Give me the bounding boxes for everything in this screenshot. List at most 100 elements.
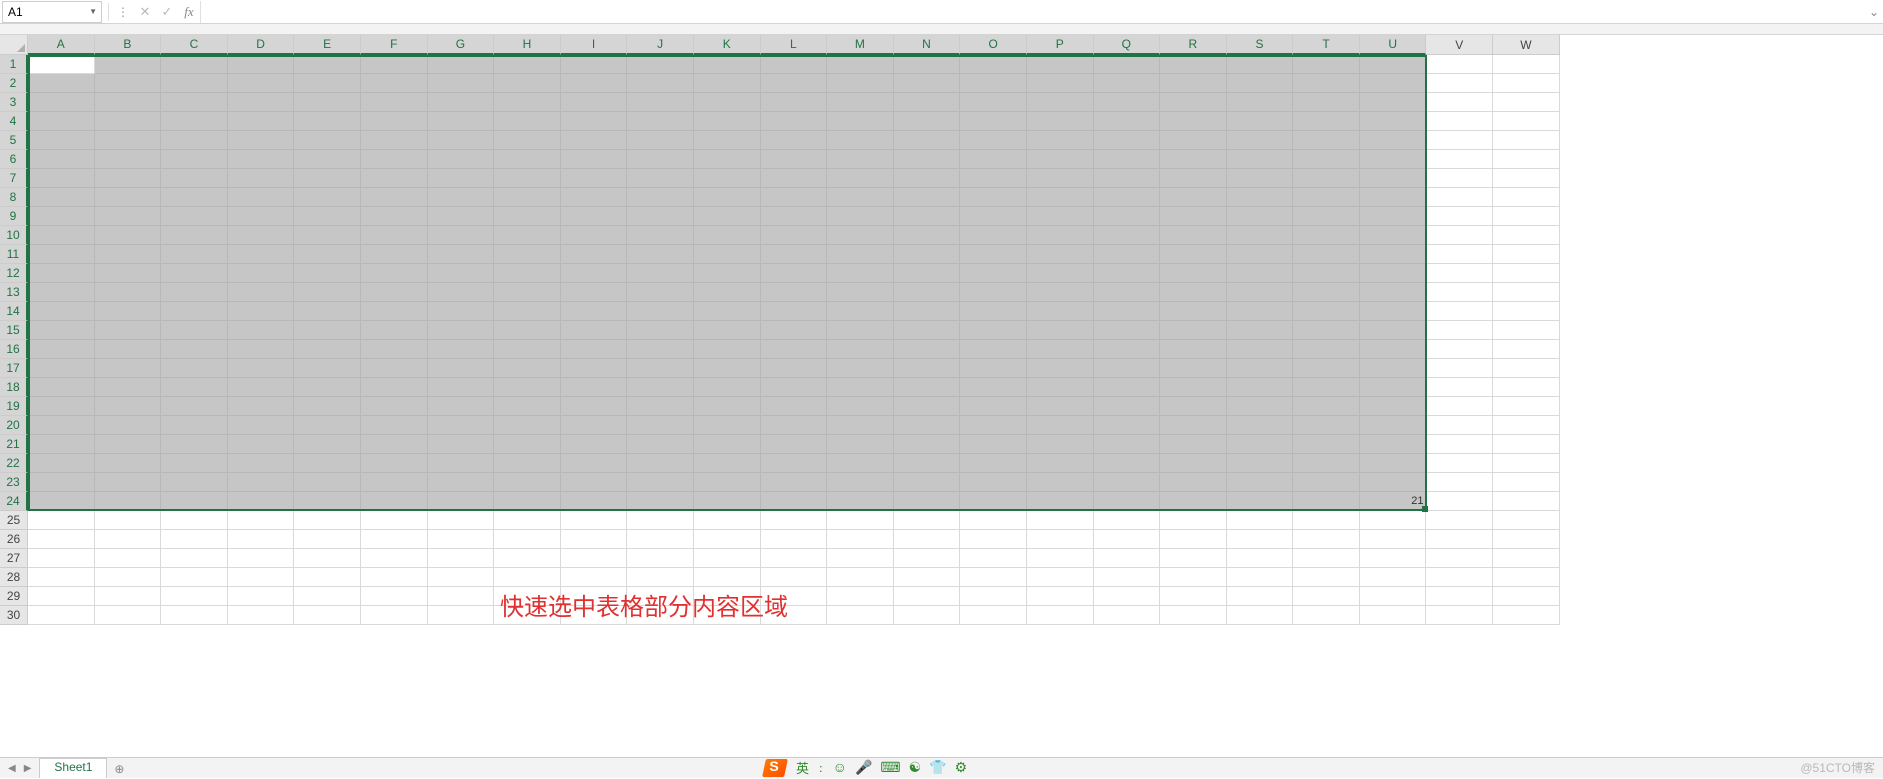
cell[interactable] [894,549,961,568]
cell[interactable] [228,606,295,625]
row-header[interactable]: 5 [0,131,28,150]
cell[interactable] [28,473,95,492]
cell[interactable] [1094,264,1161,283]
cell[interactable] [494,93,561,112]
cell[interactable] [28,93,95,112]
cell[interactable] [494,112,561,131]
cell[interactable] [627,378,694,397]
column-header[interactable]: A [28,35,95,55]
cell[interactable] [761,226,828,245]
cell[interactable] [1426,454,1493,473]
cell[interactable] [1360,416,1427,435]
cell[interactable] [1493,302,1560,321]
cell[interactable] [294,150,361,169]
cell[interactable] [694,112,761,131]
cell[interactable] [95,606,162,625]
cell[interactable] [361,112,428,131]
cell[interactable] [1094,397,1161,416]
cell[interactable] [1160,226,1227,245]
cell[interactable] [361,188,428,207]
cell[interactable] [1094,150,1161,169]
cell[interactable] [428,264,495,283]
cell[interactable] [761,321,828,340]
cell[interactable] [827,55,894,74]
cell[interactable] [894,245,961,264]
cell[interactable] [761,397,828,416]
cell[interactable] [361,587,428,606]
cell[interactable] [95,302,162,321]
cell[interactable] [1426,359,1493,378]
cell[interactable] [694,568,761,587]
cell[interactable] [1293,340,1360,359]
cell[interactable] [960,150,1027,169]
cell[interactable] [428,397,495,416]
cell[interactable] [28,264,95,283]
cell[interactable] [827,416,894,435]
cell[interactable] [561,302,628,321]
cell[interactable] [95,169,162,188]
cell[interactable] [1493,492,1560,511]
cell[interactable] [228,473,295,492]
cell[interactable] [494,188,561,207]
cell[interactable] [1027,568,1094,587]
cell[interactable] [694,188,761,207]
cell[interactable] [1360,511,1427,530]
cell[interactable] [294,435,361,454]
cell[interactable] [1426,264,1493,283]
cell[interactable] [494,530,561,549]
cell[interactable] [1426,55,1493,74]
cells-area[interactable]: 21 [28,55,1560,625]
dropdown-icon[interactable]: ▼ [89,7,97,16]
cell[interactable] [960,492,1027,511]
formula-input[interactable] [200,1,1865,23]
cell[interactable] [1360,359,1427,378]
row-header[interactable]: 20 [0,416,28,435]
cell[interactable] [827,397,894,416]
cell[interactable] [428,302,495,321]
cell[interactable] [494,283,561,302]
cell[interactable] [228,93,295,112]
cell[interactable] [960,606,1027,625]
column-header[interactable]: R [1160,35,1227,55]
cell[interactable] [161,568,228,587]
cell[interactable] [561,416,628,435]
cell[interactable] [627,530,694,549]
cell[interactable] [627,226,694,245]
cell[interactable] [95,530,162,549]
cell[interactable] [1160,606,1227,625]
cell[interactable] [894,283,961,302]
cell[interactable] [627,150,694,169]
cell[interactable] [228,207,295,226]
cell[interactable] [294,511,361,530]
cell[interactable] [827,302,894,321]
cell[interactable] [361,131,428,150]
cell[interactable] [1493,245,1560,264]
worksheet-grid[interactable]: ABCDEFGHIJKLMNOPQRSTUVW 1234567891011121… [0,35,1883,757]
cell[interactable] [95,549,162,568]
cell[interactable] [627,55,694,74]
cell[interactable] [627,131,694,150]
ime-icon[interactable]: ☺ [833,759,847,776]
cell[interactable] [827,188,894,207]
cell[interactable] [1293,397,1360,416]
cell[interactable] [960,473,1027,492]
cell[interactable] [894,188,961,207]
cell[interactable] [1227,55,1294,74]
cell[interactable] [428,169,495,188]
cell[interactable] [361,264,428,283]
cell[interactable] [894,169,961,188]
cell[interactable] [95,340,162,359]
cell[interactable] [894,93,961,112]
cell[interactable] [561,245,628,264]
row-header[interactable]: 1 [0,55,28,74]
cell[interactable] [228,226,295,245]
cell[interactable] [694,378,761,397]
sogou-logo-icon[interactable] [762,759,788,777]
cell[interactable] [28,245,95,264]
cell[interactable] [694,93,761,112]
cell[interactable] [1293,74,1360,93]
cell[interactable] [1293,378,1360,397]
cell[interactable] [294,169,361,188]
cell[interactable] [95,359,162,378]
cell[interactable] [1426,74,1493,93]
